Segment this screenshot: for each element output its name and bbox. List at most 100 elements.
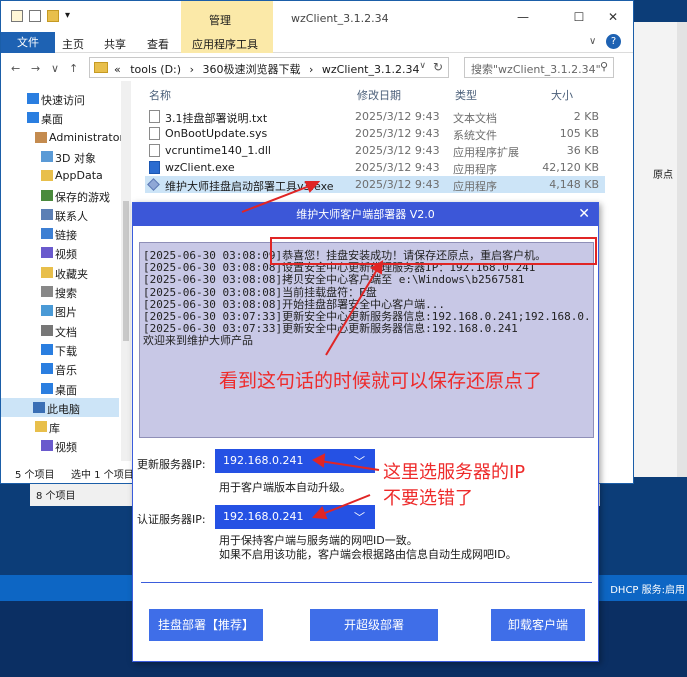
sidebar-item-label: 快速访问 — [41, 94, 85, 107]
file-row[interactable]: 3.1挂盘部署说明.txt 2025/3/12 9:43 文本文档 2 KB — [145, 108, 605, 125]
navigation-scrollbar[interactable] — [121, 81, 131, 461]
sidebar-item[interactable]: AppData — [1, 166, 119, 185]
file-type: 应用程序 — [453, 163, 497, 176]
ribbon-expand-icon[interactable]: ∨ — [589, 36, 596, 47]
sidebar-item[interactable]: 桌面 — [1, 108, 119, 127]
annotation-select-server: 这里选服务器的IP 不要选错了 — [383, 460, 525, 512]
sidebar-item-label: 保存的游戏 — [55, 190, 110, 204]
tool-exe-icon — [147, 178, 160, 191]
new-folder-icon[interactable] — [47, 10, 59, 22]
breadcrumb-drive[interactable]: tools (D:) — [130, 63, 181, 76]
sidebar-item[interactable]: 视频 — [1, 436, 119, 455]
log-line: 欢迎来到维护大师产品 — [143, 334, 253, 348]
sidebar-item-label: 联系人 — [55, 209, 88, 223]
help-icon[interactable]: ? — [606, 34, 621, 49]
background-window-scrollbar[interactable] — [677, 22, 687, 477]
sidebar-item[interactable]: 快速访问 — [1, 89, 119, 108]
tab-share[interactable]: 共享 — [104, 36, 126, 52]
sidebar-item[interactable]: 联系人 — [1, 205, 119, 224]
update-server-select[interactable]: 192.168.0.241 ﹀ — [215, 449, 375, 473]
sidebar-item[interactable]: 保存的游戏 — [1, 186, 119, 205]
sidebar-item[interactable]: 视频 — [1, 243, 119, 262]
tab-home[interactable]: 主页 — [62, 36, 84, 52]
annotation-line-1: 这里选服务器的IP — [383, 462, 526, 483]
column-header-size[interactable]: 大小 — [551, 87, 573, 103]
log-output[interactable]: [2025-06-30 03:08:09]恭喜您！挂盘安装成功！请保存还原点，重… — [139, 242, 594, 438]
sidebar-item[interactable]: 此电脑 — [1, 397, 119, 417]
properties-icon[interactable] — [11, 10, 23, 22]
sidebar-item[interactable]: 库 — [1, 417, 119, 436]
background-item-count: 8 个项目 — [36, 491, 76, 502]
breadcrumb-overflow[interactable]: « — [114, 63, 121, 76]
success-message-highlight — [270, 237, 597, 265]
super-deploy-button[interactable]: 开超级部署 — [310, 609, 438, 641]
file-type: 文本文档 — [453, 112, 497, 125]
dll-file-icon — [149, 144, 160, 157]
text-file-icon — [149, 110, 160, 123]
breadcrumb: « tools (D:) › 360极速浏览器下载 › wzClient_3.1… — [114, 61, 419, 77]
sidebar-item[interactable]: 桌面 — [1, 379, 119, 398]
column-header-type[interactable]: 类型 — [455, 87, 477, 103]
customize-toolbar-icon[interactable]: ▾ — [65, 10, 77, 22]
deployer-dialog[interactable]: 维护大师客户端部署器 V2.0 ✕ [2025-06-30 03:08:09]恭… — [132, 202, 599, 662]
auth-server-label: 认证服务器IP: — [137, 513, 206, 526]
tab-app-tools[interactable]: 应用程序工具 — [192, 36, 258, 52]
sidebar-item-label: 视频 — [55, 441, 77, 455]
address-dropdown-icon[interactable]: ∨ — [419, 61, 426, 71]
explorer-titlebar[interactable]: ▾ wzClient_3.1.2.34 — ☐ ✕ — [1, 1, 633, 32]
back-arrow-icon[interactable]: ← — [11, 62, 20, 75]
recent-dropdown-icon[interactable]: ∨ — [51, 62, 59, 75]
up-arrow-icon[interactable]: ↑ — [69, 62, 78, 75]
tab-manage[interactable]: 管理 应用程序工具 — [181, 1, 273, 53]
close-button[interactable]: ✕ — [591, 6, 635, 28]
desktop-icon — [27, 112, 39, 124]
auth-server-note-2: 如果不启用该功能，客户端会根据路由信息自动生成网吧ID。 — [219, 548, 517, 561]
dialog-close-icon[interactable]: ✕ — [578, 203, 590, 225]
forward-arrow-icon[interactable]: → — [31, 62, 40, 75]
checkbox-icon[interactable] — [29, 10, 41, 22]
music-icon — [41, 363, 53, 375]
file-row[interactable]: wzClient.exe 2025/3/12 9:43 应用程序 42,120 KB — [145, 159, 605, 176]
uninstall-client-button[interactable]: 卸载客户端 — [491, 609, 585, 641]
breadcrumb-downloads[interactable]: 360极速浏览器下载 — [202, 63, 300, 76]
file-row[interactable]: vcruntime140_1.dll 2025/3/12 9:43 应用程序扩展 36… — [145, 142, 605, 159]
tab-file[interactable]: 文件 — [1, 32, 55, 53]
address-bar-row: ← → ∨ ↑ « tools (D:) › 360极速浏览器下载 › wzCl… — [1, 53, 633, 81]
column-header-date[interactable]: 修改日期 — [357, 87, 401, 103]
annotation-save-restore-point: 看到这句话的时候就可以保存还原点了 — [219, 370, 543, 392]
sidebar-item[interactable]: 文档 — [1, 321, 119, 340]
refresh-icon[interactable]: ↻ — [433, 60, 443, 74]
file-name: 3.1挂盘部署说明.txt — [165, 112, 268, 125]
file-name: vcruntime140_1.dll — [165, 144, 271, 157]
breadcrumb-separator-icon: › — [308, 63, 314, 76]
sidebar-item-label: 音乐 — [55, 364, 77, 378]
sidebar-item[interactable]: 搜索 — [1, 282, 119, 301]
tab-view[interactable]: 查看 — [147, 36, 169, 52]
system-file-icon — [149, 127, 160, 140]
sidebar-item[interactable]: 音乐 — [1, 359, 119, 378]
sidebar-item-label: Administrator — [49, 130, 124, 144]
chevron-down-icon: ﹀ — [354, 455, 365, 468]
file-size: 42,120 KB — [542, 161, 599, 174]
sidebar-item[interactable]: 下载 — [1, 340, 119, 359]
sidebar-item[interactable]: 链接 — [1, 224, 119, 243]
scrollbar-thumb[interactable] — [123, 201, 129, 341]
minimize-button[interactable]: — — [501, 6, 545, 28]
sidebar-item[interactable]: 收藏夹 — [1, 263, 119, 282]
file-row[interactable]: 维护大师挂盘启动部署工具v3.exe 2025/3/12 9:43 应用程序 4,14… — [145, 176, 605, 193]
sidebar-item-label: 视频 — [55, 248, 77, 262]
file-row[interactable]: OnBootUpdate.sys 2025/3/12 9:43 系统文件 105 KB — [145, 125, 605, 142]
breadcrumb-separator-icon: › — [189, 63, 194, 76]
auth-server-select[interactable]: 192.168.0.241 ﹀ — [215, 505, 375, 529]
sidebar-item[interactable]: 图片 — [1, 301, 119, 320]
column-header-name[interactable]: 名称 — [149, 87, 171, 103]
search-input[interactable]: 搜索"wzClient_3.1.2.34" ⚲ — [464, 57, 614, 78]
divider — [141, 582, 592, 583]
breadcrumb-current[interactable]: wzClient_3.1.2.34 — [322, 63, 420, 76]
sidebar-item[interactable]: Administrator — [1, 128, 124, 147]
address-field[interactable]: « tools (D:) › 360极速浏览器下载 › wzClient_3.1… — [89, 57, 449, 78]
file-date: 2025/3/12 9:43 — [355, 161, 440, 174]
search-icon — [41, 286, 53, 297]
mount-deploy-button[interactable]: 挂盘部署【推荐】 — [149, 609, 263, 641]
sidebar-item[interactable]: 3D 对象 — [1, 147, 119, 166]
